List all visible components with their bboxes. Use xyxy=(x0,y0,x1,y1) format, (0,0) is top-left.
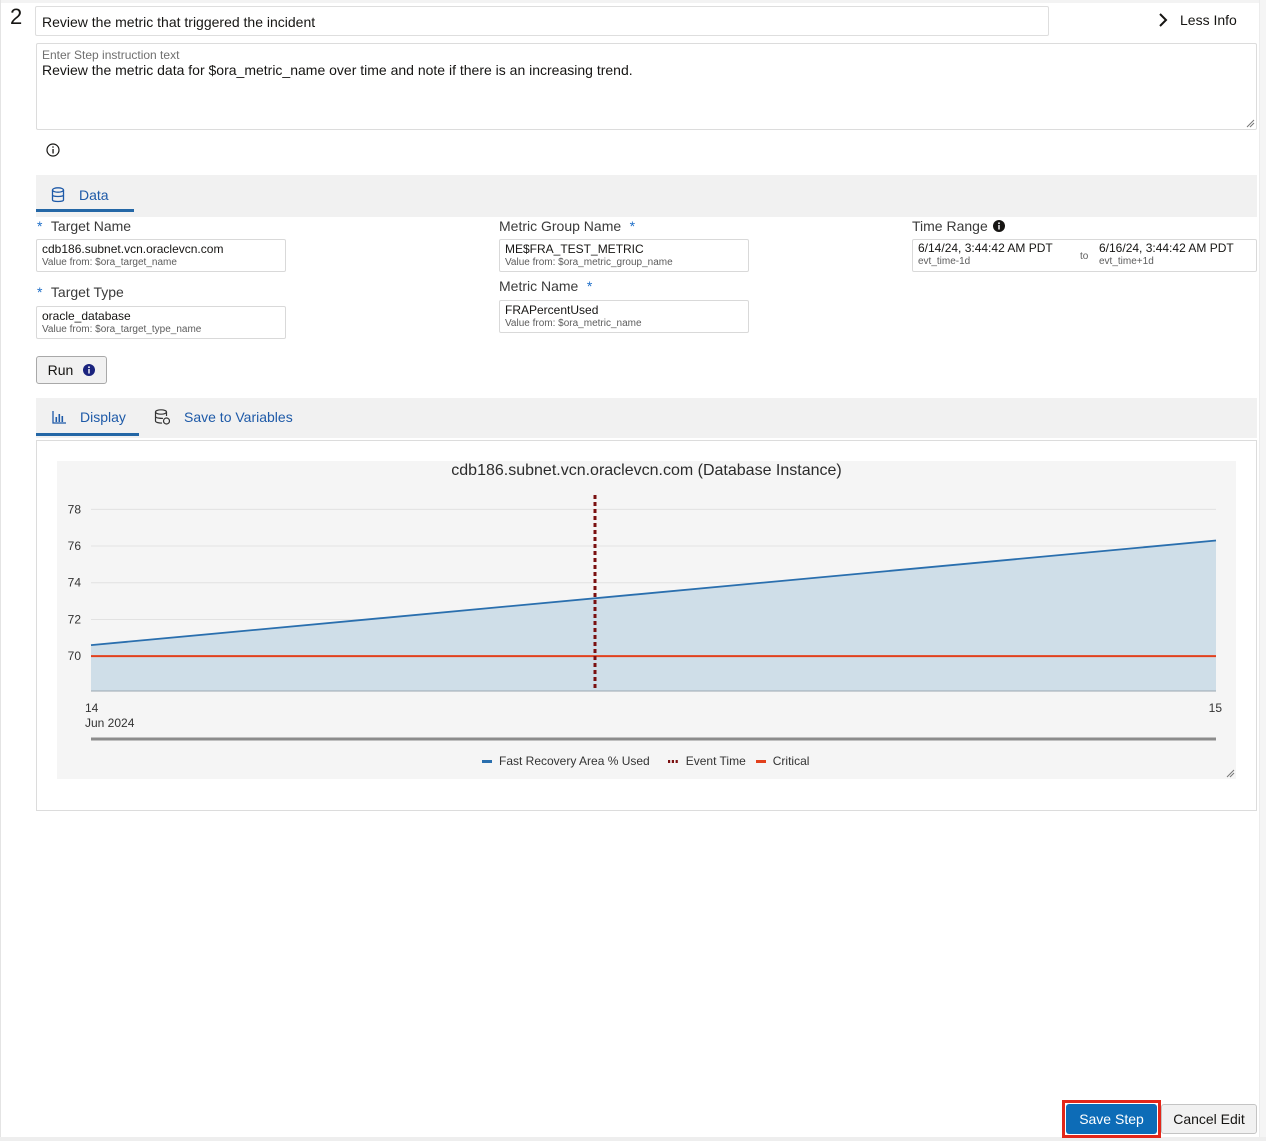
target-type-label-row: * Target Type xyxy=(37,284,124,302)
tab-display-label: Display xyxy=(80,409,126,425)
y-tick-label: 72 xyxy=(68,612,82,626)
chart-legend: Fast Recovery Area % Used Event Time Cri… xyxy=(482,754,809,768)
target-name-value: cdb186.subnet.vcn.oraclevcn.com xyxy=(42,242,224,256)
legend-swatch-series xyxy=(482,759,492,763)
step-number: 2 xyxy=(10,4,23,29)
time-range-label: Time Range xyxy=(912,218,988,234)
x-tick-label: 15 xyxy=(1209,701,1223,715)
cancel-edit-button[interactable]: Cancel Edit xyxy=(1161,1104,1257,1134)
tab-data-label: Data xyxy=(79,187,109,203)
metric-group-label-row: Metric Group Name * xyxy=(499,218,635,236)
target-name-label: Target Name xyxy=(50,218,132,234)
legend-item-event[interactable]: Event Time xyxy=(667,754,746,768)
target-name-field[interactable]: cdb186.subnet.vcn.oraclevcn.com Value fr… xyxy=(36,239,286,272)
legend-swatch-critical xyxy=(755,759,766,763)
run-button[interactable]: Run xyxy=(36,356,107,384)
y-tick-label: 76 xyxy=(68,539,82,553)
info-filled-icon xyxy=(83,364,96,376)
target-type-label: Target Type xyxy=(50,284,124,300)
x-tick-month-label: Jun 2024 xyxy=(85,716,135,730)
metric-group-source: Value from: $ora_metric_group_name xyxy=(505,257,673,268)
metric-name-source: Value from: $ora_metric_name xyxy=(505,318,642,329)
bar-chart-icon xyxy=(52,410,66,424)
instruction-textarea[interactable] xyxy=(36,43,1257,130)
legend-item-critical[interactable]: Critical xyxy=(755,754,810,768)
database-save-icon xyxy=(154,409,170,425)
tab-data-underline xyxy=(36,209,134,212)
save-step-button[interactable]: Save Step xyxy=(1066,1104,1157,1134)
run-button-label: Run xyxy=(47,362,74,378)
time-range-label-row: Time Range xyxy=(912,218,1005,234)
required-marker: * xyxy=(37,284,43,300)
chart-svg: 70 72 74 76 78 14Jun 2024 15 xyxy=(68,495,1223,741)
required-marker: * xyxy=(629,218,636,234)
left-border xyxy=(0,0,1,1141)
target-type-source: Value from: $ora_target_type_name xyxy=(42,324,202,335)
metric-name-label: Metric Name xyxy=(499,278,579,294)
time-range-end[interactable]: 6/16/24, 3:44:42 AM PDT evt_time+1d xyxy=(1099,241,1234,268)
tab-save-to-variables[interactable]: Save to Variables xyxy=(154,398,293,436)
target-type-value: oracle_database xyxy=(42,309,131,323)
target-name-label-row: * Target Name xyxy=(37,218,131,236)
legend-swatch-event xyxy=(667,759,679,763)
time-range-start[interactable]: 6/14/24, 3:44:42 AM PDT evt_time-1d xyxy=(918,241,1053,268)
metric-group-value: ME$FRA_TEST_METRIC xyxy=(505,242,644,256)
metric-name-value: FRAPercentUsed xyxy=(505,303,599,317)
time-range-start-value: 6/14/24, 3:44:42 AM PDT xyxy=(918,241,1053,255)
legend-label-series: Fast Recovery Area % Used xyxy=(499,754,650,768)
y-tick-label: 74 xyxy=(68,576,82,590)
metric-name-label-row: Metric Name * xyxy=(499,278,592,296)
info-icon[interactable] xyxy=(46,143,60,157)
legend-label-event: Event Time xyxy=(685,754,746,768)
time-range-end-value: 6/16/24, 3:44:42 AM PDT xyxy=(1099,241,1234,255)
required-marker: * xyxy=(37,218,43,234)
target-type-field[interactable]: oracle_database Value from: $ora_target_… xyxy=(36,306,286,339)
time-range-end-source: evt_time+1d xyxy=(1099,256,1154,267)
less-info-label: Less Info xyxy=(1180,12,1237,28)
metric-name-field[interactable]: FRAPercentUsed Value from: $ora_metric_n… xyxy=(499,300,749,333)
y-tick-label: 78 xyxy=(68,502,82,516)
step-title-input[interactable]: Review the metric that triggered the inc… xyxy=(35,6,1049,36)
database-icon xyxy=(51,187,65,203)
chevron-right-icon xyxy=(1159,13,1168,27)
data-tabbar xyxy=(36,175,1257,217)
time-range-start-source: evt_time-1d xyxy=(918,256,971,267)
y-tick-label: 70 xyxy=(68,649,82,663)
tab-save-to-variables-label: Save to Variables xyxy=(184,409,293,425)
info-filled-icon[interactable] xyxy=(992,220,1005,232)
instruction-label: Enter Step instruction text xyxy=(42,48,180,62)
time-range-to: to xyxy=(1080,251,1089,262)
target-name-source: Value from: $ora_target_name xyxy=(42,257,177,268)
tab-display-underline xyxy=(36,433,139,436)
legend-label-critical: Critical xyxy=(772,754,810,768)
resize-grip-icon[interactable] xyxy=(1246,119,1255,128)
series-area-fill xyxy=(91,540,1216,691)
less-info-toggle[interactable]: Less Info xyxy=(1158,8,1237,32)
instruction-text[interactable]: Review the metric data for $ora_metric_n… xyxy=(42,62,633,78)
resize-grip-icon[interactable] xyxy=(1226,769,1235,778)
top-border xyxy=(0,0,1266,3)
tab-display[interactable]: Display xyxy=(52,398,126,436)
required-marker: * xyxy=(586,278,593,294)
legend-item-series[interactable]: Fast Recovery Area % Used xyxy=(482,754,650,768)
metric-group-label: Metric Group Name xyxy=(499,218,622,234)
metric-group-field[interactable]: ME$FRA_TEST_METRIC Value from: $ora_metr… xyxy=(499,239,749,272)
right-scrollbar-track[interactable] xyxy=(1259,0,1266,1141)
x-tick-label: 14 xyxy=(85,701,99,715)
